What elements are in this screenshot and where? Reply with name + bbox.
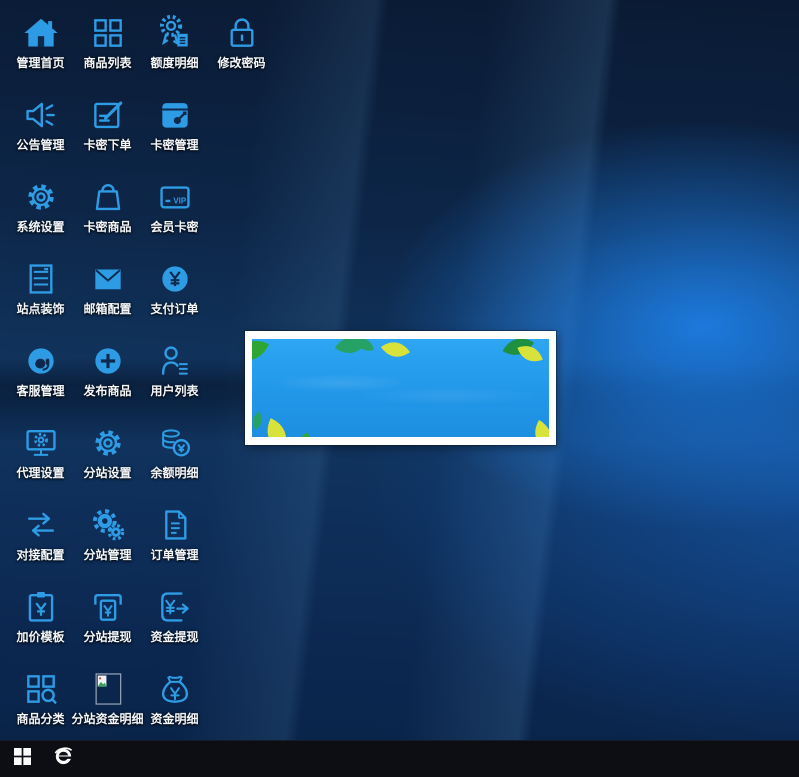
desktop-icon-system-settings[interactable]: 系统设置 <box>7 174 74 252</box>
gear-icon <box>89 420 127 466</box>
desktop-icon-member-cards[interactable]: VIP 会员卡密 <box>141 174 208 252</box>
desktop-icon-funds-withdrawal[interactable]: 资金提现 <box>141 584 208 662</box>
vip-text: VIP <box>173 196 186 205</box>
desktop-icon-label: 站点装饰 <box>16 302 64 316</box>
withdraw-yen-icon <box>89 584 127 630</box>
desktop-icon-label: 分站设置 <box>83 466 131 480</box>
desktop-icon-change-password[interactable]: 修改密码 <box>208 10 275 88</box>
banner-leaves <box>252 339 549 437</box>
gear-icon <box>22 174 60 220</box>
badge-document-icon <box>156 10 194 56</box>
desktop-icon-quota-details[interactable]: 额度明细 <box>141 10 208 88</box>
desktop-icon-label: 资金明细 <box>150 712 198 726</box>
banner-window[interactable] <box>245 331 556 445</box>
windows-logo-icon <box>14 748 31 770</box>
desktop-icon-integration-config[interactable]: 对接配置 <box>7 502 74 580</box>
desktop-icon-card-products[interactable]: 卡密商品 <box>74 174 141 252</box>
taskbar <box>0 740 799 777</box>
document-icon <box>156 502 194 548</box>
desktop-icon-label: 卡密管理 <box>150 138 198 152</box>
desktop-icon-announcement-management[interactable]: 公告管理 <box>7 92 74 170</box>
desktop-icon-label: 对接配置 <box>16 548 64 562</box>
desktop-icon-customer-service[interactable]: 客服管理 <box>7 338 74 416</box>
server-icon <box>22 256 60 302</box>
user-list-icon <box>156 338 194 384</box>
desktop-icon-email-config[interactable]: 邮箱配置 <box>74 256 141 334</box>
headset-icon <box>22 338 60 384</box>
desktop-icon-publish-product[interactable]: 发布商品 <box>74 338 141 416</box>
desktop-icon-card-order[interactable]: 卡密下单 <box>74 92 141 170</box>
compose-icon <box>89 92 127 138</box>
desktop-icon-substation-withdrawal[interactable]: 分站提现 <box>74 584 141 662</box>
box-key-icon <box>156 92 194 138</box>
desktop-icon-label: 卡密下单 <box>83 138 131 152</box>
envelope-icon <box>89 256 127 302</box>
desktop-icon-label: 客服管理 <box>16 384 64 398</box>
desktop-icon-admin-home[interactable]: 管理首页 <box>7 10 74 88</box>
desktop-icon-label: 卡密商品 <box>83 220 131 234</box>
desktop-icon-label: 额度明细 <box>150 56 198 70</box>
desktop-icon-substation-management[interactable]: 分站管理 <box>74 502 141 580</box>
megaphone-icon <box>22 92 60 138</box>
clipboard-yen-icon <box>22 584 60 630</box>
sync-arrows-icon <box>22 502 60 548</box>
desktop-icon-substation-settings[interactable]: 分站设置 <box>74 420 141 498</box>
vip-card-icon: VIP <box>156 174 194 220</box>
desktop-icon-substation-funds-details[interactable]: 分站资金明细 <box>74 666 141 744</box>
desktop-icon-product-list[interactable]: 商品列表 <box>74 10 141 88</box>
desktop-icon-label: 资金提现 <box>150 630 198 644</box>
plus-circle-icon <box>89 338 127 384</box>
desktop: 管理首页 商品列表 额度明细 修改密码 <box>0 0 799 777</box>
yen-circle-icon <box>156 256 194 302</box>
desktop-icon-payment-orders[interactable]: 支付订单 <box>141 256 208 334</box>
start-button[interactable] <box>0 741 44 777</box>
gears-icon <box>89 502 127 548</box>
internet-explorer-icon <box>52 745 75 773</box>
desktop-icon-agent-settings[interactable]: 代理设置 <box>7 420 74 498</box>
desktop-icon-label: 发布商品 <box>83 384 131 398</box>
desktop-icon-label: 余额明细 <box>150 466 198 480</box>
yen-arrow-icon <box>156 584 194 630</box>
desktop-icon-site-decoration[interactable]: 站点装饰 <box>7 256 74 334</box>
desktop-icon-label: 支付订单 <box>150 302 198 316</box>
internet-explorer-taskbar-button[interactable] <box>44 741 82 777</box>
broken-image-icon <box>89 666 127 712</box>
desktop-icon-label: 邮箱配置 <box>83 302 131 316</box>
desktop-icon-label: 分站提现 <box>83 630 131 644</box>
desktop-icon-label: 代理设置 <box>16 466 64 480</box>
desktop-icon-label: 分站管理 <box>83 548 131 562</box>
monitor-gear-icon <box>22 420 60 466</box>
desktop-icon-funds-details[interactable]: 资金明细 <box>141 666 208 744</box>
desktop-icon-label: 公告管理 <box>16 138 64 152</box>
desktop-icon-order-management[interactable]: 订单管理 <box>141 502 208 580</box>
desktop-icon-label: 管理首页 <box>16 56 64 70</box>
desktop-icon-label: 商品列表 <box>83 56 131 70</box>
desktop-icon-markup-template[interactable]: 加价模板 <box>7 584 74 662</box>
shopping-bag-icon <box>89 174 127 220</box>
desktop-icon-label: 商品分类 <box>16 712 64 726</box>
desktop-icon-label: 会员卡密 <box>150 220 198 234</box>
coins-yen-icon <box>156 420 194 466</box>
desktop-icon-label: 加价模板 <box>16 630 64 644</box>
desktop-icon-label: 用户列表 <box>150 384 198 398</box>
desktop-icon-card-management[interactable]: 卡密管理 <box>141 92 208 170</box>
money-bag-icon <box>156 666 194 712</box>
desktop-icon-label: 系统设置 <box>16 220 64 234</box>
desktop-icon-label: 订单管理 <box>150 548 198 562</box>
desktop-icon-user-list[interactable]: 用户列表 <box>141 338 208 416</box>
lock-icon <box>223 10 261 56</box>
desktop-icon-label: 修改密码 <box>217 56 265 70</box>
desktop-icon-product-categories[interactable]: 商品分类 <box>7 666 74 744</box>
grid-icon <box>89 10 127 56</box>
grid-search-icon <box>22 666 60 712</box>
desktop-icon-label: 分站资金明细 <box>72 712 144 726</box>
desktop-icon-balance-details[interactable]: 余额明细 <box>141 420 208 498</box>
banner-image <box>252 339 549 437</box>
home-icon <box>22 10 60 56</box>
